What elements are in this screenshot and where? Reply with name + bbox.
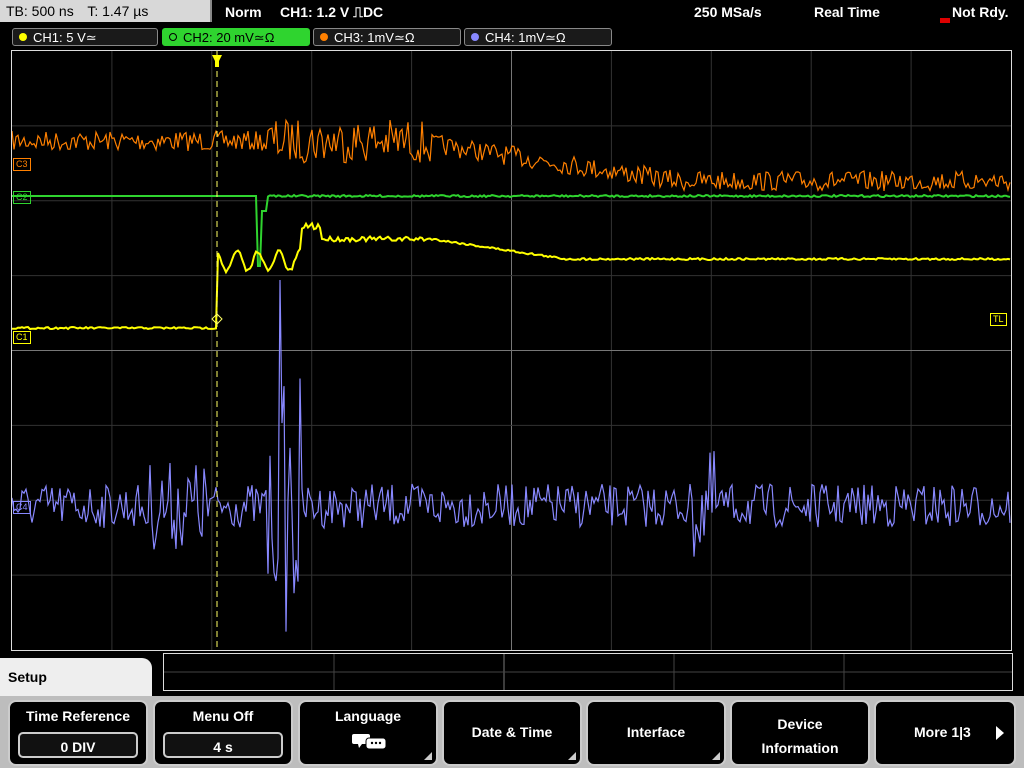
tab-ch1-label: CH1: 5 V≃ xyxy=(33,30,97,45)
tab-ch3[interactable]: CH3: 1mV≃Ω xyxy=(313,28,461,46)
channel-tabs: CH1: 5 V≃ CH2: 20 mV≃Ω CH3: 1mV≃Ω CH4: 1… xyxy=(0,26,1024,48)
menu-off-label: Menu Off xyxy=(192,708,254,724)
ch2-offset-marker[interactable]: C2 xyxy=(13,191,31,204)
timebase-value: TB: 500 ns xyxy=(6,3,74,19)
acquisition-mode: Real Time xyxy=(814,4,880,20)
submenu-corner-icon xyxy=(424,752,432,760)
trigger-level-marker[interactable]: TL xyxy=(990,313,1007,326)
date-time-button[interactable]: Date & Time xyxy=(442,700,582,766)
interface-label: Interface xyxy=(626,724,686,740)
submenu-corner-icon xyxy=(568,752,576,760)
ch1-dot-icon xyxy=(19,33,27,41)
tab-ch2[interactable]: CH2: 20 mV≃Ω xyxy=(162,28,310,46)
trigger-position-value: T: 1.47 µs xyxy=(87,3,149,19)
device-information-label: Device Information xyxy=(732,712,868,760)
time-reference-button[interactable]: Time Reference 0 DIV xyxy=(8,700,148,766)
acquisition-status: Not Rdy. xyxy=(952,4,1009,20)
tab-ch2-label: CH2: 20 mV≃Ω xyxy=(183,30,275,45)
ch3-dot-icon xyxy=(320,33,328,41)
more-label: More 1|3 xyxy=(914,724,971,740)
zoom-overview-strip[interactable] xyxy=(163,653,1013,691)
ch4-offset-marker[interactable]: C4 xyxy=(13,501,31,514)
zoom-overview-grid xyxy=(164,654,1012,690)
tab-ch3-label: CH3: 1mV≃Ω xyxy=(334,30,415,45)
ch4-dot-icon xyxy=(471,33,479,41)
more-button[interactable]: More 1|3 xyxy=(874,700,1016,766)
ch3-offset-marker[interactable]: C3 xyxy=(13,158,31,171)
device-information-line1: Device xyxy=(777,716,823,732)
time-reference-label: Time Reference xyxy=(25,708,130,724)
menu-off-button[interactable]: Menu Off 4 s xyxy=(153,700,293,766)
interface-button[interactable]: Interface xyxy=(586,700,726,766)
menu-title: Setup xyxy=(0,658,152,696)
tab-ch4[interactable]: CH4: 1mV≃Ω xyxy=(464,28,612,46)
ch1-offset-marker[interactable]: C1 xyxy=(13,331,31,344)
menu-off-value: 4 s xyxy=(163,732,283,758)
ch2-dot-icon xyxy=(169,33,177,41)
tab-ch4-label: CH4: 1mV≃Ω xyxy=(485,30,566,45)
speech-bubbles-icon xyxy=(352,734,387,750)
device-information-line2: Information xyxy=(761,740,839,756)
timebase-box[interactable]: TB: 500 ns T: 1.47 µs xyxy=(0,0,212,22)
arrow-right-icon xyxy=(996,726,1004,740)
date-time-label: Date & Time xyxy=(471,724,553,740)
submenu-corner-icon xyxy=(712,752,720,760)
time-reference-value: 0 DIV xyxy=(18,732,138,758)
trigger-marker-stem xyxy=(215,55,219,67)
grid xyxy=(12,51,1011,650)
tab-ch1[interactable]: CH1: 5 V≃ xyxy=(12,28,158,46)
waveform-canvas xyxy=(12,51,1011,650)
waveform-display[interactable]: C3 C2 C1 C4 TL xyxy=(11,50,1012,651)
trigger-mode[interactable]: Norm xyxy=(225,0,262,24)
language-label: Language xyxy=(334,708,402,724)
trigger-source[interactable]: CH1: 1.2 V ⎍DC xyxy=(280,0,383,24)
status-bar: TB: 500 ns T: 1.47 µs Norm CH1: 1.2 V ⎍D… xyxy=(0,0,1024,24)
device-information-button[interactable]: Device Information xyxy=(730,700,870,766)
sample-rate: 250 MSa/s xyxy=(694,4,762,20)
language-button[interactable]: Language xyxy=(298,700,438,766)
status-indicator-icon xyxy=(940,18,950,23)
